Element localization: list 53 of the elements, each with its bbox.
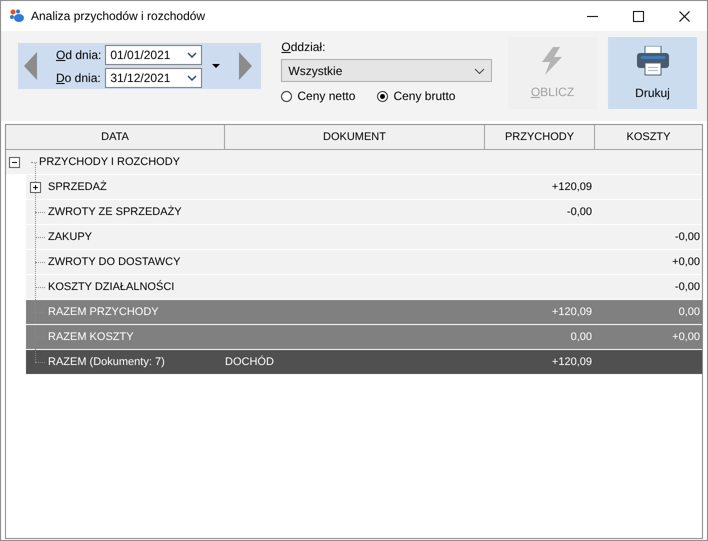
printer-icon <box>636 46 668 76</box>
table-cell-text: 0,00 <box>678 306 701 318</box>
close-icon[interactable] <box>678 10 690 22</box>
table-cell: KOSZTY DZIAŁALNOŚCI <box>48 281 174 293</box>
app-logo-icon <box>9 9 25 23</box>
table-cell: RAZEM PRZYCHODY <box>48 306 159 318</box>
from-date-label: Od dnia: <box>56 48 102 62</box>
table-cell-text: +120,09 <box>550 181 593 193</box>
table-cell-text: -0,00 <box>674 281 701 293</box>
summary-row[interactable]: RAZEM KOSZTY 0,00 +0,00 <box>26 325 702 350</box>
summary-row[interactable]: RAZEM PRZYCHODY +120,09 0,00 <box>26 300 702 325</box>
table-row[interactable]: KOSZTY DZIAŁALNOŚCI -0,00 <box>26 275 702 300</box>
chevron-down-icon[interactable] <box>187 74 198 80</box>
table-cell-text: -0,00 <box>566 206 593 218</box>
column-header[interactable]: DOKUMENT <box>225 125 485 149</box>
radio-button[interactable] <box>281 90 292 102</box>
table-cell-text: +0,00 <box>671 331 701 343</box>
table-cell-text: -0,00 <box>674 231 701 243</box>
expand-icon[interactable] <box>30 182 41 192</box>
table-cell: RAZEM KOSZTY <box>48 331 134 343</box>
radio-button[interactable] <box>377 90 388 102</box>
table-cell: RAZEM (Dokumenty: 7) <box>48 356 165 368</box>
table-cell: ZWROTY DO DOSTAWCY <box>48 256 180 268</box>
table-cell-text: 0,00 <box>570 331 593 343</box>
branch-label: Oddział: <box>281 40 326 54</box>
branch-dropdown[interactable]: Wszystkie <box>281 59 492 82</box>
window-title: Analiza przychodów i rozchodów <box>31 9 206 23</box>
date-field[interactable]: 01/01/2021 <box>105 44 202 64</box>
chevron-down-icon[interactable] <box>187 52 198 58</box>
table-cell-text: +120,09 <box>550 356 593 368</box>
table-row[interactable]: ZWROTY DO DOSTAWCY +0,00 <box>26 250 702 275</box>
table-cell: ZWROTY ZE SPRZEDAŻY <box>48 206 182 218</box>
print-button[interactable]: Drukuj <box>608 37 697 109</box>
date-field[interactable]: 31/12/2021 <box>105 68 202 88</box>
collapse-icon[interactable] <box>9 156 20 168</box>
table-row[interactable]: ZWROTY ZE SPRZEDAŻY -0,00 <box>26 200 702 225</box>
dropdown-arrow-icon[interactable] <box>212 64 220 68</box>
table-cell-text: DOCHÓD <box>225 356 275 368</box>
table-row[interactable]: SPRZEDAŻ +120,09 <box>26 175 702 200</box>
column-header[interactable]: KOSZTY <box>595 125 702 149</box>
chevron-down-icon[interactable] <box>474 68 486 74</box>
column-header[interactable]: DATA <box>6 125 225 149</box>
table-cell-text: +120,09 <box>550 306 593 318</box>
radio-label[interactable]: Ceny netto <box>297 89 356 103</box>
to-date-label: Do dnia: <box>56 70 102 84</box>
column-header[interactable]: PRZYCHODY <box>485 125 595 149</box>
table-cell-text: +0,00 <box>671 256 701 268</box>
table-cell: SPRZEDAŻ <box>48 181 107 193</box>
table-cell: PRZYCHODY I ROZCHODY <box>39 156 180 168</box>
table-row[interactable]: ZAKUPY -0,00 <box>26 225 702 250</box>
radio-label[interactable]: Ceny brutto <box>393 89 456 103</box>
table-cell: ZAKUPY <box>48 231 92 243</box>
maximize-icon[interactable] <box>632 10 644 22</box>
